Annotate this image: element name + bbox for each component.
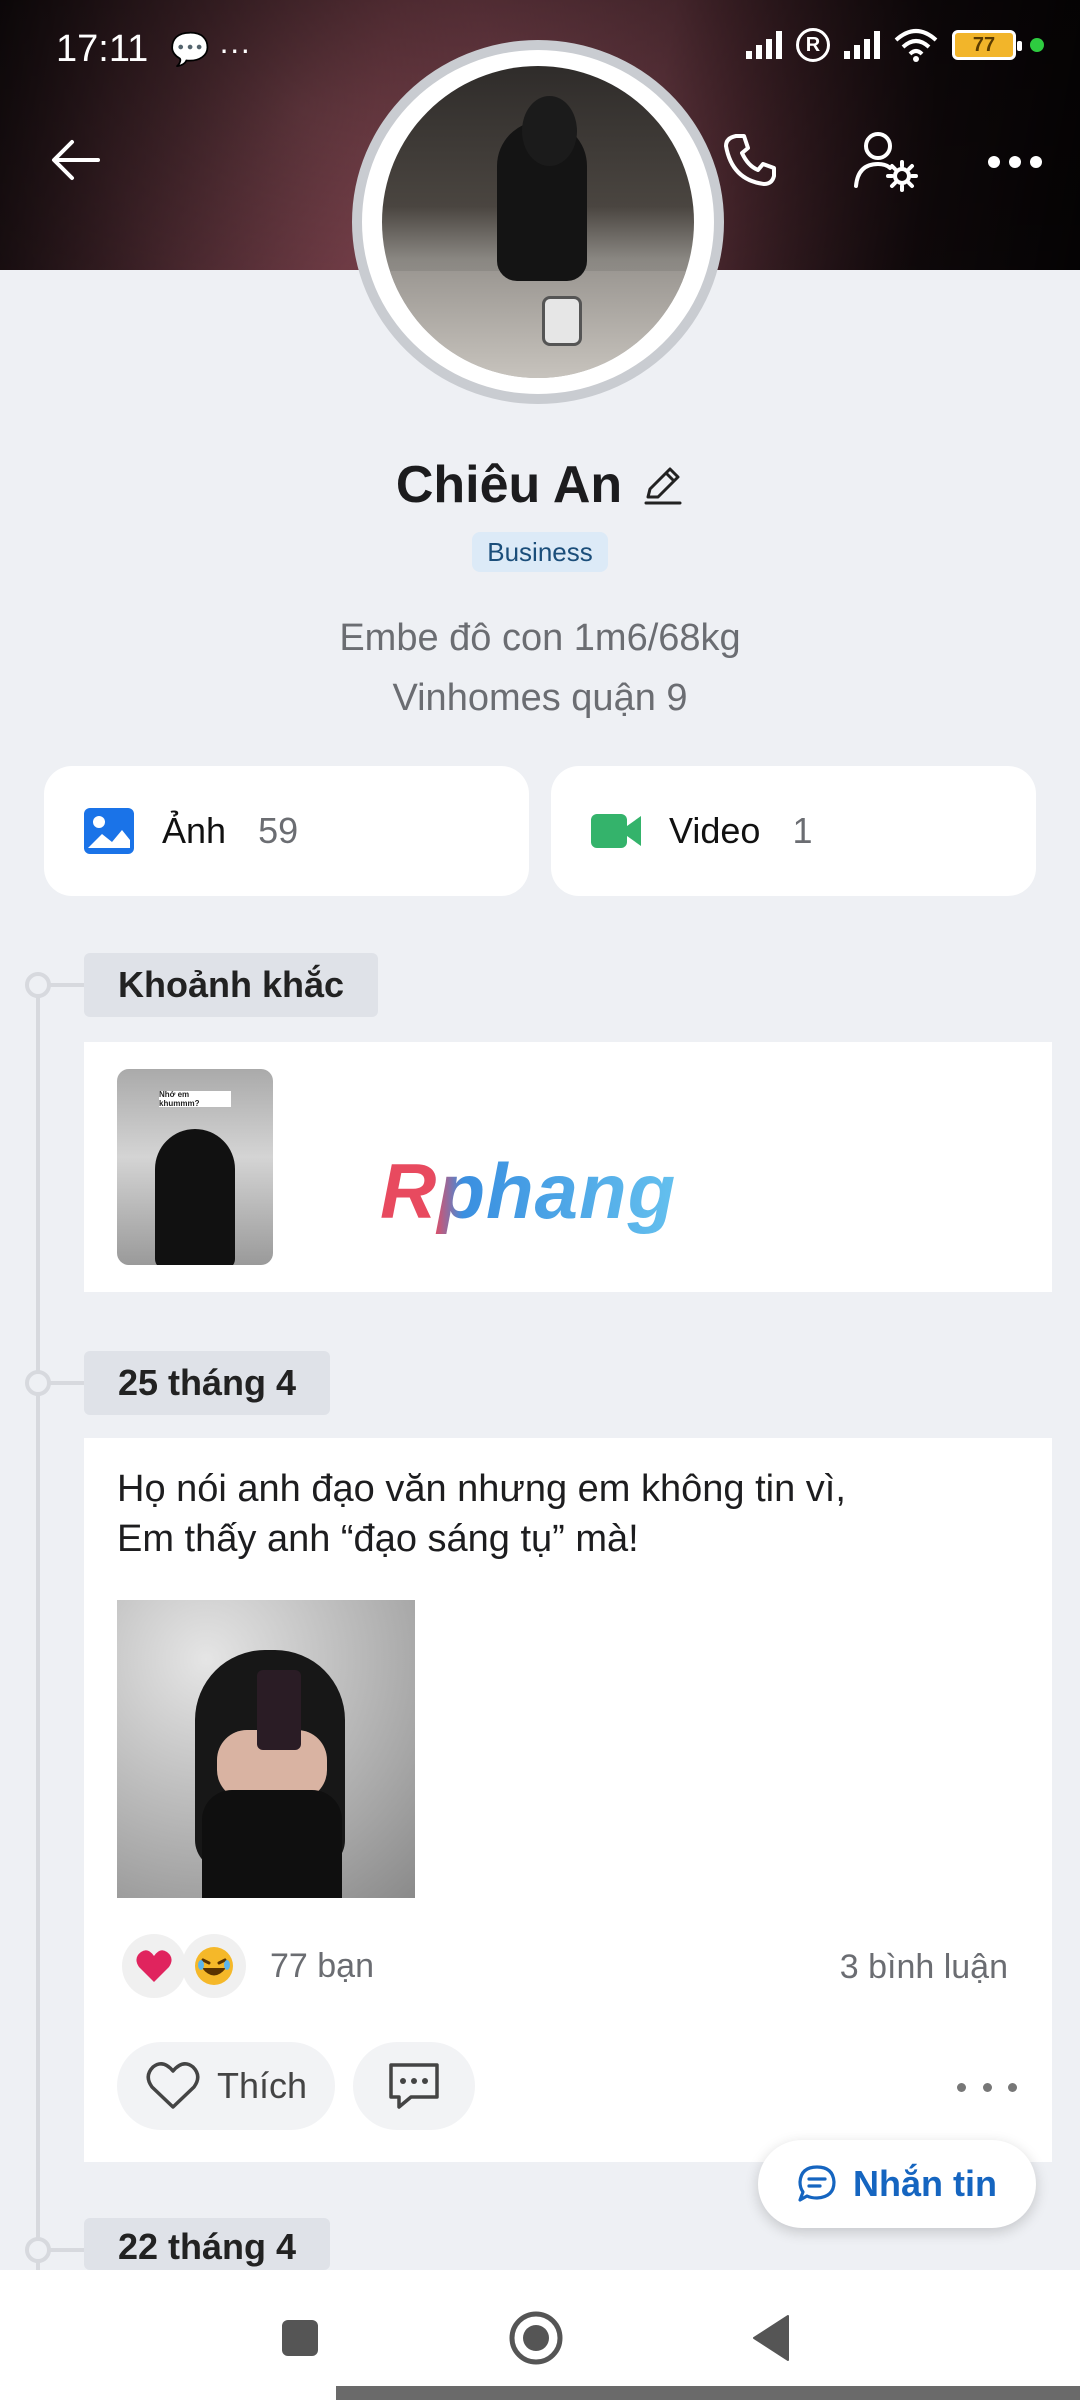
videos-label: Video xyxy=(669,810,761,851)
status-right-icons: R 77 xyxy=(746,28,1044,62)
comment-icon xyxy=(389,2063,439,2109)
comment-button[interactable] xyxy=(353,2042,475,2130)
avatar[interactable] xyxy=(352,40,724,404)
battery-icon: 77 xyxy=(952,30,1022,60)
profile-settings-icon[interactable] xyxy=(850,128,920,192)
media-row: Ảnh 59 Video 1 xyxy=(44,766,1036,896)
moment-thumbnail[interactable]: Nhớ em khummm? xyxy=(117,1069,273,1265)
heart-reaction-icon xyxy=(122,1934,186,1998)
more-options-icon[interactable] xyxy=(980,128,1050,192)
like-button[interactable]: Thích xyxy=(117,2042,335,2130)
timeline-dot xyxy=(25,1370,51,1396)
photos-label: Ảnh xyxy=(162,810,227,851)
bio-line-2: Vinhomes quận 9 xyxy=(392,677,688,719)
timeline-connector xyxy=(50,1381,84,1385)
signal-icon-2 xyxy=(844,31,880,59)
timeline-dot xyxy=(25,2237,51,2263)
message-label: Nhắn tin xyxy=(853,2163,997,2204)
registered-icon: R xyxy=(796,28,830,62)
message-button[interactable]: Nhắn tin xyxy=(758,2140,1036,2228)
edit-pencil-icon[interactable] xyxy=(640,463,684,507)
phone-call-icon[interactable] xyxy=(718,128,782,192)
post-more-options-icon[interactable] xyxy=(957,2072,1017,2102)
wifi-icon xyxy=(894,29,938,62)
moments-card: Nhớ em khummm? Rphang xyxy=(84,1042,1052,1292)
reactions-count: 77 bạn xyxy=(270,1946,374,1985)
comments-count[interactable]: 3 bình luận xyxy=(840,1948,1008,1987)
timeline-connector xyxy=(50,2248,84,2252)
business-badge: Business xyxy=(472,532,608,572)
watermark-logo: Rphang xyxy=(380,1147,677,1235)
gesture-indicator xyxy=(336,2386,1080,2400)
post-image[interactable] xyxy=(117,1600,415,1898)
system-nav-bar xyxy=(0,2270,1080,2400)
timeline-dot xyxy=(25,972,51,998)
photo-icon xyxy=(84,808,134,854)
recents-square-icon[interactable] xyxy=(268,2306,332,2370)
moments-section-label: Khoảnh khắc xyxy=(84,953,379,1017)
signal-icon xyxy=(746,31,782,59)
avatar-image xyxy=(382,66,694,378)
status-time: 17:11 xyxy=(56,28,149,70)
notification-icons: 💬 ··· xyxy=(170,31,251,67)
profile-name-row: Chiêu An xyxy=(0,455,1080,515)
timeline-connector xyxy=(50,983,84,987)
privacy-indicator-dot xyxy=(1030,38,1044,52)
back-arrow-icon[interactable] xyxy=(44,128,108,192)
chat-bubble-icon xyxy=(798,2165,836,2202)
reactions-summary[interactable]: 77 bạn xyxy=(122,1934,374,1998)
photos-card[interactable]: Ảnh 59 xyxy=(44,766,529,896)
back-triangle-icon[interactable] xyxy=(740,2306,804,2370)
post-date-label: 25 tháng 4 xyxy=(84,1351,331,1415)
next-date-label: 22 tháng 4 xyxy=(84,2218,331,2270)
videos-count: 1 xyxy=(792,810,813,851)
photos-count: 59 xyxy=(258,810,299,851)
post-actions: Thích xyxy=(117,2042,1017,2132)
post-card: Họ nói anh đạo văn nhưng em không tin vì… xyxy=(84,1438,1052,2162)
timeline-line xyxy=(36,980,40,2270)
like-label: Thích xyxy=(216,2065,308,2106)
post-text-line-2: Em thấy anh “đạo sáng tụ” mà! xyxy=(117,1518,639,1560)
bio-line-1: Embe đô con 1m6/68kg xyxy=(339,617,741,659)
heart-outline-icon xyxy=(146,2062,200,2109)
video-camera-icon xyxy=(591,814,641,848)
post-text: Họ nói anh đạo văn nhưng em không tin vì… xyxy=(117,1464,997,1564)
laugh-reaction-icon xyxy=(182,1934,246,1998)
moment-caption: Nhớ em khummm? xyxy=(159,1090,231,1108)
home-circle-icon[interactable] xyxy=(504,2306,568,2370)
profile-name: Chiêu An xyxy=(395,456,623,514)
post-text-line-1: Họ nói anh đạo văn nhưng em không tin vì… xyxy=(117,1468,846,1510)
videos-card[interactable]: Video 1 xyxy=(551,766,1036,896)
profile-bio: Embe đô con 1m6/68kg Vinhomes quận 9 xyxy=(0,608,1080,728)
